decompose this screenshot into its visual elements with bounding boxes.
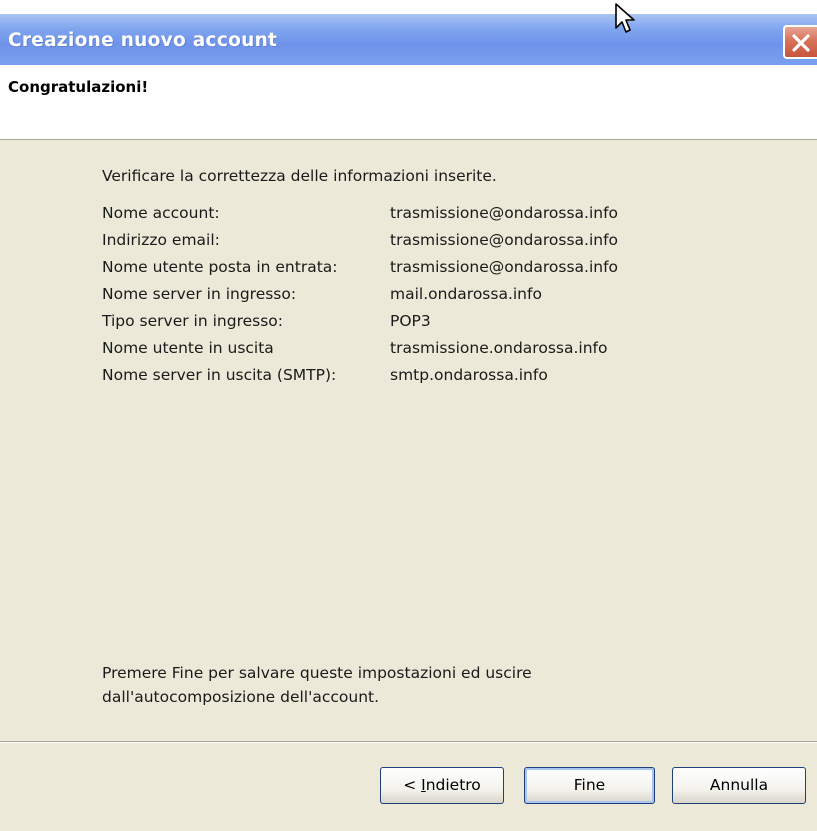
account-summary: Nome account: trasmissione@ondarossa.inf… xyxy=(102,204,722,393)
finish-button[interactable]: Fine xyxy=(524,767,655,804)
summary-row-incoming-user: Nome utente posta in entrata: trasmissio… xyxy=(102,258,722,285)
back-button[interactable]: < Indietro xyxy=(380,767,504,804)
dialog-window: Creazione nuovo account Congratulazioni!… xyxy=(0,0,817,831)
button-separator xyxy=(0,741,817,743)
close-button[interactable] xyxy=(783,25,817,59)
summary-value: trasmissione@ondarossa.info xyxy=(390,204,619,222)
finish-instructions-line-2: dall'autocomposizione dell'account. xyxy=(102,688,380,706)
cancel-button[interactable]: Annulla xyxy=(672,767,806,804)
summary-value: trasmissione.ondarossa.info xyxy=(390,339,608,357)
summary-value: mail.ondarossa.info xyxy=(390,285,542,303)
back-button-label: ndietro xyxy=(425,776,481,794)
mouse-pointer-icon xyxy=(615,3,635,33)
title-bar[interactable]: Creazione nuovo account xyxy=(0,14,817,65)
summary-value: trasmissione@ondarossa.info xyxy=(390,231,619,249)
window-title: Creazione nuovo account xyxy=(8,30,278,51)
summary-row-smtp-server: Nome server in uscita (SMTP): smtp.ondar… xyxy=(102,366,722,393)
summary-label: Tipo server in ingresso: xyxy=(102,312,283,330)
summary-row-email: Indirizzo email: trasmissione@ondarossa.… xyxy=(102,231,722,258)
summary-label: Nome account: xyxy=(102,204,220,222)
summary-row-incoming-server: Nome server in ingresso: mail.ondarossa.… xyxy=(102,285,722,312)
close-icon xyxy=(792,34,810,52)
summary-value: smtp.ondarossa.info xyxy=(390,366,548,384)
finish-instructions: Premere Fine per salvare queste impostaz… xyxy=(102,661,662,709)
summary-label: Indirizzo email: xyxy=(102,231,220,249)
summary-label: Nome utente posta in entrata: xyxy=(102,258,338,276)
finish-instructions-line-1: Premere Fine per salvare queste impostaz… xyxy=(102,664,532,682)
back-button-prefix: < xyxy=(403,776,422,794)
summary-row-server-type: Tipo server in ingresso: POP3 xyxy=(102,312,722,339)
summary-label: Nome utente in uscita xyxy=(102,339,274,357)
header-panel: Congratulazioni! xyxy=(0,65,817,140)
page-title: Congratulazioni! xyxy=(8,78,149,96)
summary-label: Nome server in ingresso: xyxy=(102,285,297,303)
summary-label: Nome server in uscita (SMTP): xyxy=(102,366,337,384)
summary-row-outgoing-user: Nome utente in uscita trasmissione.ondar… xyxy=(102,339,722,366)
summary-value: trasmissione@ondarossa.info xyxy=(390,258,619,276)
summary-row-account-name: Nome account: trasmissione@ondarossa.inf… xyxy=(102,204,722,231)
summary-value: POP3 xyxy=(390,312,431,330)
intro-text: Verificare la correttezza delle informaz… xyxy=(102,167,497,185)
top-strip xyxy=(0,0,817,14)
